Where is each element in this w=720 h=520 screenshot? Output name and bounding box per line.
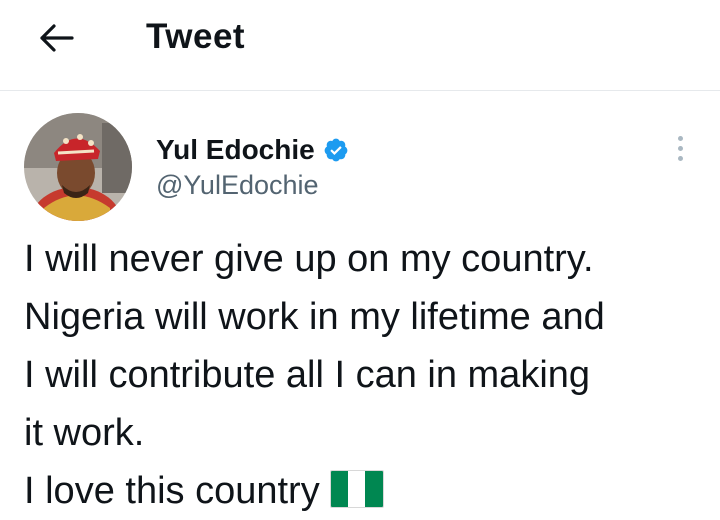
tweet-text: I will never give up on my country. Nige… [24, 230, 714, 520]
more-vertical-icon [677, 135, 683, 141]
back-button[interactable] [28, 14, 84, 62]
author-name-row[interactable]: Yul Edochie [156, 130, 349, 170]
tweet-text-line: I will contribute all I can in making [24, 354, 591, 396]
tweet-text-last-line: I love this country [24, 462, 714, 520]
tweet-text-line: it work. [24, 412, 145, 454]
tweet-text-line: I will never give up on my country. [24, 238, 594, 280]
tweet-text-line: Nigeria will work in my lifetime and [24, 296, 605, 338]
verified-badge-icon [324, 138, 348, 162]
arrow-left-icon [40, 24, 74, 52]
avatar-image [24, 113, 132, 221]
more-options-button[interactable] [660, 126, 700, 170]
tweet-text-line: I love this country [24, 470, 320, 512]
avatar[interactable] [24, 113, 132, 221]
top-bar: Tweet [0, 0, 720, 91]
page-title: Tweet [146, 17, 246, 56]
author-handle[interactable]: @YulEdochie [156, 170, 319, 201]
nigeria-flag-icon [329, 470, 384, 508]
author-display-name: Yul Edochie [156, 134, 315, 165]
